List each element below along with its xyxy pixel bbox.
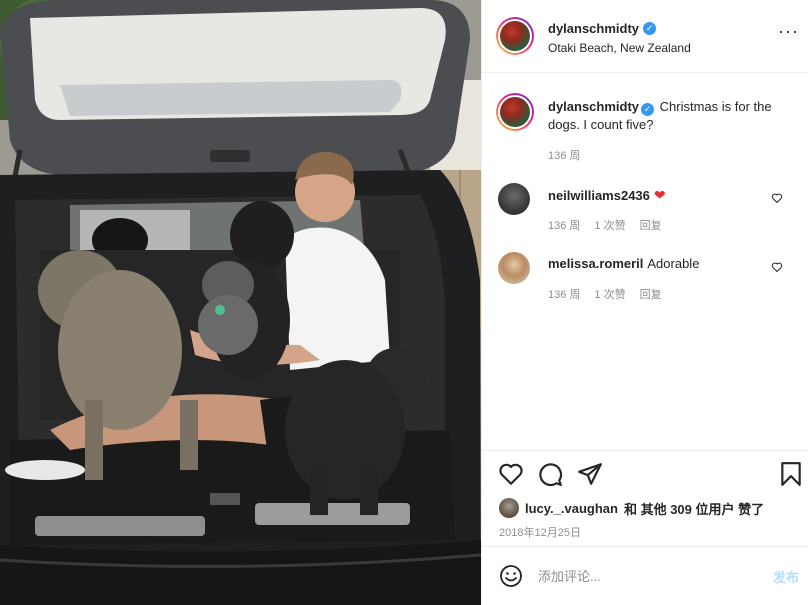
verified-badge-icon: ✓	[643, 22, 657, 35]
caption-username[interactable]: dylanschmidty	[548, 99, 639, 114]
post-comment-button[interactable]: 发布	[773, 567, 799, 586]
commenter-username[interactable]: melissa.romeril	[548, 256, 643, 271]
comments-list: dylanschmidty ✓ Christmas is for the dogs…	[482, 74, 808, 449]
more-dots-icon[interactable]: ···	[778, 22, 799, 40]
dog-small-grey	[198, 261, 258, 355]
caption-author-avatar[interactable]	[496, 93, 534, 131]
liked-by-others[interactable]: 和 其他 309 位用户 赞了	[624, 499, 764, 518]
post-side-panel: dylanschmidty ✓ Otaki Beach, New Zealand…	[481, 0, 808, 605]
author-username-text[interactable]: dylanschmidty	[548, 21, 639, 36]
post-date[interactable]: 2018年12月25日	[499, 524, 581, 540]
post-location[interactable]: Otaki Beach, New Zealand	[548, 41, 691, 55]
liked-by-summary: lucy._.vaughan 和 其他 309 位用户 赞了	[499, 498, 764, 518]
verified-badge-icon: ✓	[641, 103, 655, 116]
comment-icon[interactable]	[537, 461, 563, 487]
heart-icon[interactable]	[498, 461, 524, 487]
caption-timestamp[interactable]: 136 周	[548, 147, 580, 163]
comment-input[interactable]	[538, 564, 758, 588]
post-photo[interactable]	[0, 0, 481, 605]
comment-meta: 136 周 1 次赞 回复	[548, 286, 662, 302]
bookmark-icon[interactable]	[778, 461, 804, 487]
comment-like-heart-icon[interactable]	[771, 261, 783, 273]
liker-username[interactable]: lucy._.vaughan	[525, 501, 618, 516]
comment-line: melissa.romeril Adorable	[548, 256, 699, 271]
comment-text: Adorable	[647, 256, 700, 271]
post-header: dylanschmidty ✓ Otaki Beach, New Zealand…	[482, 0, 808, 73]
commenter-username[interactable]: neilwilliams2436	[548, 188, 650, 203]
post-photo-illustration	[0, 0, 481, 605]
comment-likes[interactable]: 1 次赞	[594, 217, 625, 233]
comment-item: melissa.romeril Adorable 136 周 1 次赞 回复	[482, 252, 808, 312]
liker-avatar[interactable]	[499, 498, 519, 518]
comment-time[interactable]: 136 周	[548, 217, 580, 233]
author-avatar[interactable]	[496, 17, 534, 55]
share-icon[interactable]	[577, 461, 603, 487]
comment-meta: 136 周 1 次赞 回复	[548, 217, 662, 233]
post-actions: lucy._.vaughan 和 其他 309 位用户 赞了 2018年12月2…	[482, 450, 808, 545]
comment-like-heart-icon[interactable]	[771, 192, 783, 204]
commenter-avatar[interactable]	[498, 183, 530, 215]
comment-likes[interactable]: 1 次赞	[594, 286, 625, 302]
comment-time[interactable]: 136 周	[548, 286, 580, 302]
comment-reply-button[interactable]: 回复	[640, 217, 662, 233]
comment-reply-button[interactable]: 回复	[640, 286, 662, 302]
comment-line: neilwilliams2436 ❤	[548, 187, 666, 204]
comment-text: ❤	[653, 187, 666, 203]
emoji-icon[interactable]	[499, 564, 523, 588]
add-comment-bar: 发布	[482, 546, 808, 605]
comment-item: neilwilliams2436 ❤ 136 周 1 次赞 回复	[482, 183, 808, 243]
post-caption: dylanschmidty ✓ Christmas is for the dogs…	[548, 98, 788, 134]
author-username[interactable]: dylanschmidty ✓	[548, 21, 657, 36]
commenter-avatar[interactable]	[498, 252, 530, 284]
